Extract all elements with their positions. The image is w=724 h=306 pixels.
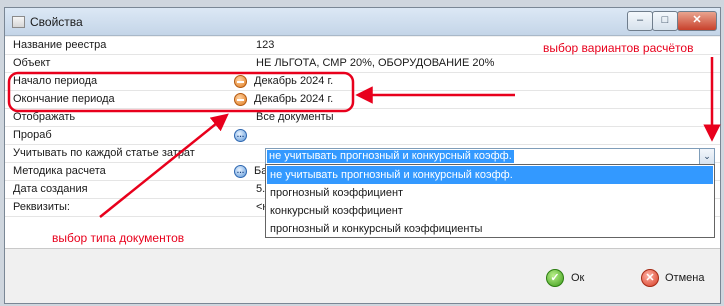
cost-items-combo[interactable]: не учитывать прогнозный и конкурсный коэ…	[265, 148, 715, 165]
property-label: Название реестра	[13, 39, 107, 51]
close-button[interactable]: ✕	[677, 11, 717, 31]
cancel-button-label: Отмена	[665, 272, 705, 284]
property-label: Учитывать по каждой статье затрат	[13, 147, 195, 159]
property-label: Объект	[13, 57, 51, 69]
ok-button-label: Ок	[571, 272, 585, 284]
property-label: Методика расчета	[13, 165, 106, 177]
minus-circle-icon[interactable]	[234, 93, 247, 106]
property-value[interactable]: 123	[256, 39, 274, 51]
dropdown-option[interactable]: прогнозный и конкурсный коэффициенты	[267, 220, 713, 238]
property-value[interactable]: 5.	[256, 183, 265, 195]
property-row-period-start[interactable]: Начало периода Декабрь 2024 г.	[5, 73, 720, 91]
property-value[interactable]: Декабрь 2024 г.	[254, 93, 333, 105]
property-label: Начало периода	[13, 75, 98, 87]
property-value[interactable]: Декабрь 2024 г.	[254, 75, 333, 87]
cost-items-dropdown: не учитывать прогнозный и конкурсный коэ…	[265, 164, 715, 238]
property-value[interactable]: Все документы	[256, 111, 334, 123]
dropdown-option[interactable]: прогнозный коэффициент	[267, 184, 713, 202]
minimize-button[interactable]: –	[627, 11, 653, 31]
minus-circle-icon[interactable]	[234, 75, 247, 88]
check-icon: ✓	[546, 269, 564, 287]
property-label: Окончание периода	[13, 93, 115, 105]
ellipsis-circle-icon[interactable]: …	[234, 129, 247, 142]
cancel-icon: ✕	[641, 269, 659, 287]
maximize-button[interactable]: □	[652, 11, 678, 31]
annotation-doc-type: выбор типа документов	[52, 231, 185, 245]
ellipsis-circle-icon[interactable]: …	[234, 165, 247, 178]
dropdown-option[interactable]: не учитывать прогнозный и конкурсный коэ…	[267, 166, 713, 184]
property-row-object[interactable]: Объект НЕ ЛЬГОТА, СМР 20%, ОБОРУДОВАНИЕ …	[5, 55, 720, 73]
property-value[interactable]: НЕ ЛЬГОТА, СМР 20%, ОБОРУДОВАНИЕ 20%	[256, 57, 494, 69]
property-label: Дата создания	[13, 183, 88, 195]
window-icon	[12, 16, 25, 28]
title-bar[interactable]: Свойства – □ ✕	[5, 8, 720, 36]
property-label: Прораб	[13, 129, 52, 141]
annotation-calc-options: выбор вариантов расчётов	[543, 41, 694, 55]
property-label: Реквизиты:	[13, 201, 70, 213]
property-row-period-end[interactable]: Окончание периода Декабрь 2024 г.	[5, 91, 720, 109]
property-row-foreman[interactable]: Прораб …	[5, 127, 720, 145]
combo-selected-value: не учитывать прогнозный и конкурсный коэ…	[267, 150, 514, 163]
property-label: Отображать	[13, 111, 76, 123]
dropdown-option[interactable]: конкурсный коэффициент	[267, 202, 713, 220]
property-row-display[interactable]: Отображать Все документы	[5, 109, 720, 127]
chevron-down-icon[interactable]: ⌄	[699, 149, 714, 164]
window-title: Свойства	[30, 15, 83, 29]
